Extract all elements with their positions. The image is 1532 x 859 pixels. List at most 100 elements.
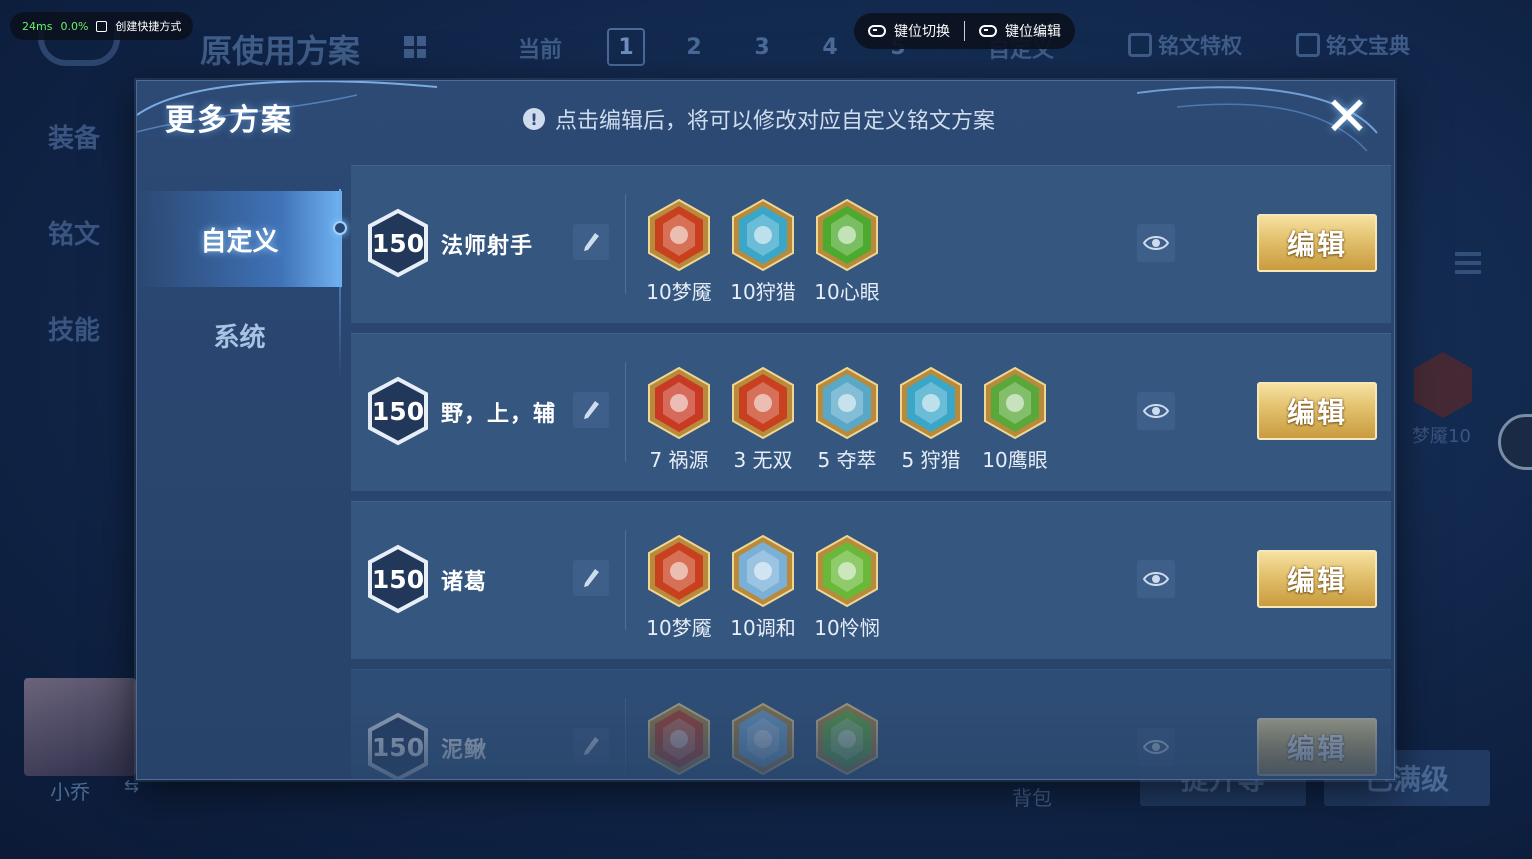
level-badge: 150	[367, 712, 429, 779]
keybar-divider	[964, 21, 965, 41]
bg-page-3: 3	[754, 34, 770, 60]
scheme-row: 150 野，上，辅 7 祸源 3 无双 5 夺萃 5 狩猎 10鹰眼 编辑	[351, 333, 1391, 491]
bg-nav-skills: 技能	[48, 316, 101, 346]
pencil-icon	[584, 737, 599, 755]
edit-button[interactable]: 编辑	[1257, 718, 1377, 776]
rune-item: 7 祸源	[637, 366, 721, 473]
rune-item: 10怜悯	[805, 534, 889, 641]
nightmare-rune-icon	[646, 198, 712, 272]
pencil-icon	[584, 569, 599, 587]
packet-loss-text: 0.0%	[60, 19, 89, 33]
book-icon	[1296, 33, 1320, 57]
level-text: 150	[371, 732, 425, 762]
bg-page-4: 4	[822, 34, 838, 60]
tab-system[interactable]: 系统	[137, 287, 342, 383]
rename-button[interactable]	[573, 728, 609, 764]
edit-notice-text: 点击编辑后，将可以修改对应自定义铭文方案	[555, 109, 996, 134]
mercy-rune-icon	[814, 534, 880, 608]
more-schemes-dialog: 更多方案 ! 点击编辑后，将可以修改对应自定义铭文方案 ✕ 自定义 系统 150…	[136, 80, 1395, 780]
menu-icon	[1455, 252, 1481, 278]
extract-rune-icon	[814, 366, 880, 440]
edit-button[interactable]: 编辑	[1257, 382, 1377, 440]
bg-nav-equipment: 装备	[48, 124, 101, 154]
nightmare-rune-icon	[646, 534, 712, 608]
pencil-icon	[584, 401, 599, 419]
scheme-row: 150 法师射手 10梦魇 10狩猎 10心眼 编辑	[351, 165, 1391, 323]
bg-page-2: 2	[686, 34, 702, 60]
background-header: 原使用方案 当前 1 2 3 4 5 自定义 铭文特权 铭文宝典	[0, 0, 1532, 80]
rune-label: 10梦魇	[646, 280, 712, 304]
rune-item	[721, 702, 805, 776]
row-divider	[625, 194, 626, 294]
close-button[interactable]: ✕	[1321, 90, 1373, 145]
rename-button[interactable]	[573, 560, 609, 596]
rune-item: 10梦魇	[637, 198, 721, 305]
bg-rune-guide-label: 铭文宝典	[1326, 34, 1410, 58]
dialog-title: 更多方案	[165, 103, 293, 138]
level-badge: 150	[367, 208, 429, 278]
hero-name: 小乔	[50, 780, 90, 804]
rune-set: 10梦魇 10狩猎 10心眼	[637, 198, 889, 305]
eye-icon	[1143, 572, 1169, 586]
rune-set	[637, 702, 889, 776]
edit-button[interactable]: 编辑	[1257, 214, 1377, 272]
shortcut-icon	[96, 20, 108, 32]
preview-button[interactable]	[1137, 560, 1175, 598]
nightmare-rune-icon	[646, 702, 712, 776]
level-text: 150	[371, 228, 425, 258]
mercy-rune-icon	[814, 702, 880, 776]
scheme-list: 150 法师射手 10梦魇 10狩猎 10心眼 编辑 150 野，上，辅 7 祸…	[351, 165, 1391, 779]
scheme-row: 150 泥鳅 编辑	[351, 669, 1391, 779]
bg-scheme-title: 原使用方案	[200, 32, 361, 70]
eye-icon	[1143, 236, 1169, 250]
rune-label: 10鹰眼	[982, 448, 1048, 472]
rename-button[interactable]	[573, 224, 609, 260]
preview-button[interactable]	[1137, 224, 1175, 262]
row-divider	[625, 530, 626, 630]
hawk-eye-rune-icon	[982, 366, 1048, 440]
pencil-icon	[584, 233, 599, 251]
gamepad-icon	[979, 25, 997, 37]
level-badge: 150	[367, 376, 429, 446]
scheme-name: 野，上，辅	[441, 402, 557, 427]
calamity-rune-icon	[646, 366, 712, 440]
eye-icon	[1143, 740, 1169, 754]
rune-label: 10怜悯	[814, 616, 880, 640]
rune-item: 10梦魇	[637, 534, 721, 641]
active-tab-indicator	[333, 221, 347, 235]
row-divider	[625, 362, 626, 462]
bg-current-label: 当前	[518, 38, 563, 63]
rename-button[interactable]	[573, 392, 609, 428]
level-badge: 150	[367, 544, 429, 614]
level-text: 150	[371, 396, 425, 426]
hunt-rune-icon	[898, 366, 964, 440]
rune-label: 7 祸源	[649, 448, 709, 472]
edit-button[interactable]: 编辑	[1257, 550, 1377, 608]
key-edit-button[interactable]: 键位编辑	[979, 21, 1061, 41]
scheme-category-tabs: 自定义 系统	[137, 191, 342, 383]
key-switch-button[interactable]: 键位切换	[868, 21, 950, 41]
rune-item	[805, 702, 889, 776]
grid-icon	[404, 36, 426, 58]
side-panel-toggle[interactable]	[1498, 414, 1532, 470]
rune-set: 7 祸源 3 无双 5 夺萃 5 狩猎 10鹰眼	[637, 366, 1057, 473]
rune-label: 10调和	[730, 616, 796, 640]
tab-custom[interactable]: 自定义	[137, 191, 342, 287]
latency-text: 24ms	[22, 19, 53, 33]
create-shortcut-link[interactable]: 创建快捷方式	[115, 18, 181, 34]
hunt-rune-icon	[730, 198, 796, 272]
rune-item: 3 无双	[721, 366, 805, 473]
gamepad-icon	[868, 25, 886, 37]
preview-button[interactable]	[1137, 728, 1175, 766]
rune-item: 10狩猎	[721, 198, 805, 305]
scheme-row: 150 诸葛 10梦魇 10调和 10怜悯 编辑	[351, 501, 1391, 659]
preview-button[interactable]	[1137, 392, 1175, 430]
rune-label: 5 狩猎	[901, 448, 961, 472]
rune-label: 3 无双	[733, 448, 793, 472]
edit-notice: ! 点击编辑后，将可以修改对应自定义铭文方案	[523, 103, 995, 135]
rune-item: 5 夺萃	[805, 366, 889, 473]
scheme-name: 法师射手	[441, 234, 534, 259]
level-text: 150	[371, 564, 425, 594]
rune-item: 10鹰眼	[973, 366, 1057, 473]
bag-label: 背包	[1012, 786, 1052, 810]
